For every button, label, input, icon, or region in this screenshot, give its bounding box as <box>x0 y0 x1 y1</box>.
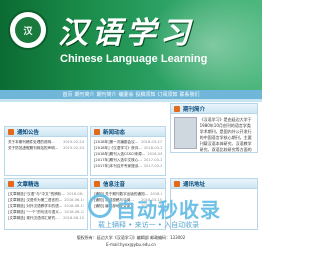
bullet-icon <box>174 180 180 187</box>
news-panel-header: 新闻动态 <box>91 127 165 137</box>
articles-list: [文章精选]“汉语”与“中文”的辨析…2018-06-15 [文章精选] 汉语作… <box>5 191 87 221</box>
news-list: [2018年]第一次编委会议… 2018-03-27 [2018年]《汉语学习》获… <box>91 139 165 169</box>
info-panel-title: 信息注音 <box>103 181 126 188</box>
bullet-icon <box>174 105 180 112</box>
nav-item-intro[interactable]: 期刊简介 <box>74 91 94 98</box>
site-header: 汉 汉语学习 Chinese Language Learning <box>0 0 262 90</box>
nav-item-submission[interactable]: 投稿须知 <box>136 91 156 98</box>
list-item[interactable]: [2017年]本刊召开专家座谈…2017-03-21 <box>94 163 162 169</box>
bullet-icon <box>94 180 100 187</box>
news-panel: 新闻动态 [2018年]第一次编委会议… 2018-03-27 [2018年]《汉… <box>90 126 166 176</box>
list-item-date: 2019-02-24 <box>63 146 84 150</box>
intro-text: 《汉语学习》是由延边大学于1980年10月创刊的语言学类学术期刊，是国内外公开发… <box>199 117 252 152</box>
watermark-brand: 自动秒收录 <box>116 198 221 222</box>
notice-panel-title: 通知公告 <box>17 129 40 136</box>
bullet-icon <box>8 180 14 187</box>
list-item[interactable]: [文章精选] 现代汉语词汇研究… 2018-06-10 <box>8 215 84 221</box>
list-item[interactable]: 关于防范虚假期刊网站的声明… 2019-02-24 <box>8 145 84 151</box>
bullet-icon <box>8 128 14 135</box>
address-panel-title: 通讯地址 <box>183 181 206 188</box>
site-footer: 版权所有：延边大学《汉语学习》编辑部 邮政编码：133002 E-mail:hy… <box>0 232 262 257</box>
nav-item-subscribe[interactable]: 订阅须知 <box>158 91 178 98</box>
list-item-text: [2017年]本刊召开专家座谈… <box>94 164 142 168</box>
list-item-date: 2018-06-10 <box>63 216 84 220</box>
notice-panel-header: 通知公告 <box>5 127 87 137</box>
notice-list: 关于本期刊稿件处理的说明… 2019-02-24 关于防范虚假期刊网站的声明… 20… <box>5 139 87 151</box>
footer-copyright: 版权所有：延边大学《汉语学习》编辑部 邮政编码：133002 <box>76 235 186 240</box>
nav-subbar <box>0 99 262 102</box>
site-title-cn: 汉语学习 <box>58 16 194 51</box>
footer-email[interactable]: E-mail:hyxx@ybu.edu.cn <box>0 242 262 247</box>
news-panel-title: 新闻动态 <box>103 129 126 136</box>
articles-panel: 文章精选 [文章精选]“汉语”与“中文”的辨析…2018-06-15 [文章精选… <box>4 178 88 230</box>
articles-panel-title: 文章精选 <box>17 181 40 188</box>
list-item-text: 关于防范虚假期刊网站的声明… <box>8 146 59 150</box>
address-panel-header: 通讯地址 <box>171 179 257 189</box>
bullet-icon <box>94 128 100 135</box>
watermark-slogan: 载上辆释 • 来访一 • 入自动收录 <box>98 221 200 229</box>
nav-item-contact[interactable]: 联系我们 <box>180 91 200 98</box>
nav-item-home[interactable]: 首页 <box>62 91 72 98</box>
logo-mark: 汉 <box>15 17 41 43</box>
intro-panel-header: 期刊简介 <box>171 104 257 114</box>
nav-item-editorial[interactable]: 编委会 <box>118 91 133 98</box>
watermark-logo-icon <box>88 194 112 218</box>
info-panel-header: 信息注音 <box>91 179 165 189</box>
intro-body: 《汉语学习》是由延边大学于1980年10月创刊的语言学类学术期刊，是国内外公开发… <box>171 114 257 156</box>
notice-panel: 通知公告 关于本期刊稿件处理的说明… 2019-02-24 关于防范虚假期刊网站的… <box>4 126 88 176</box>
intro-panel: 期刊简介 《汉语学习》是由延边大学于1980年10月创刊的语言学类学术期刊，是国… <box>170 103 258 153</box>
main-nav: 首页 期刊简介 期刊简介 编委会 投稿须知 订阅须知 联系我们 <box>0 90 262 99</box>
list-item-date: 2017-03-21 <box>143 164 162 168</box>
university-logo[interactable]: 汉 <box>8 10 48 50</box>
site-title-en: Chinese Language Learning <box>60 53 208 65</box>
journal-cover-image[interactable] <box>174 117 197 149</box>
list-item-text: [文章精选] 现代汉语词汇研究… <box>8 216 59 220</box>
watermark: 自动秒收录 载上辆释 • 来访一 • 入自动收录 <box>88 192 258 232</box>
nav-item-intro-2[interactable]: 期刊简介 <box>96 91 116 98</box>
articles-panel-header: 文章精选 <box>5 179 87 189</box>
intro-panel-title: 期刊简介 <box>183 106 206 113</box>
